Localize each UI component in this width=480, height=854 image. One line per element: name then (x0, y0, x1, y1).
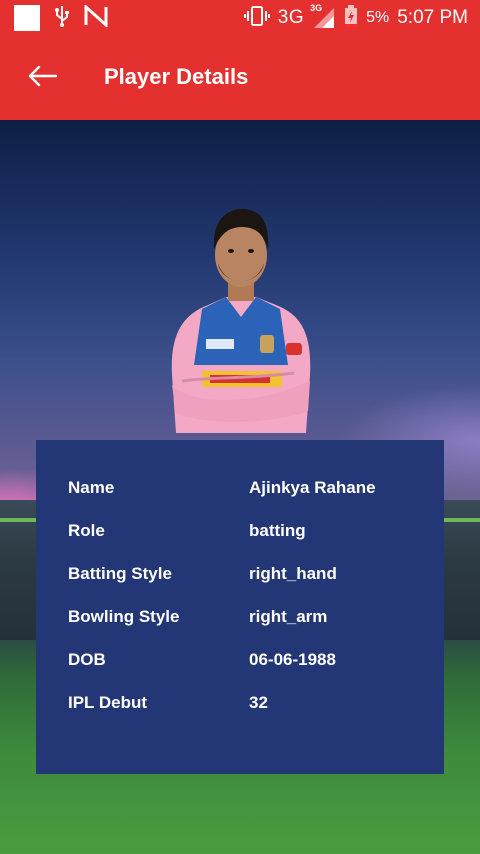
detail-value: right_arm (249, 607, 328, 626)
player-details-card: Name Ajinkya Rahane Role batting Batting… (36, 440, 444, 774)
signal-icon: 3G (310, 3, 336, 29)
detail-row-bowling-style: Bowling Style right_arm (68, 607, 428, 631)
clock: 5:07 PM (397, 7, 468, 28)
detail-row-batting-style: Batting Style right_hand (68, 564, 428, 588)
app-bar: Player Details (0, 36, 480, 120)
detail-label: Batting Style (68, 564, 172, 583)
usb-icon (54, 5, 70, 32)
back-button[interactable] (24, 62, 60, 94)
arrow-back-icon (27, 65, 58, 92)
network-type: 3G (277, 7, 305, 28)
detail-value: right_hand (249, 564, 337, 583)
player-photo (168, 205, 314, 433)
status-bar-left (14, 3, 108, 32)
detail-value: 06-06-1988 (249, 650, 336, 669)
detail-label: Name (68, 478, 115, 497)
detail-label: Bowling Style (68, 607, 180, 626)
detail-label: IPL Debut (68, 693, 148, 712)
detail-row-dob: DOB 06-06-1988 (68, 650, 428, 674)
detail-label: DOB (68, 650, 106, 669)
notification-square-icon (14, 5, 40, 31)
detail-value: 32 (249, 693, 268, 712)
detail-row-name: Name Ajinkya Rahane (68, 478, 428, 502)
status-bar-right: 3G 3G 5% 5:07 PM (243, 3, 468, 32)
battery-percentage: 5% (366, 9, 390, 26)
network-badge: 3G (310, 3, 323, 13)
detail-value: Ajinkya Rahane (249, 478, 376, 497)
detail-row-role: Role batting (68, 521, 428, 545)
n-app-icon (84, 3, 108, 32)
detail-label: Role (68, 521, 105, 540)
status-bar: 3G 3G 5% 5:07 PM (0, 0, 480, 36)
page-title: Player Details (104, 64, 249, 89)
vibrate-icon (243, 5, 270, 32)
detail-row-ipl-debut: IPL Debut 32 (68, 693, 428, 717)
detail-value: batting (249, 521, 306, 540)
battery-icon (344, 4, 358, 32)
